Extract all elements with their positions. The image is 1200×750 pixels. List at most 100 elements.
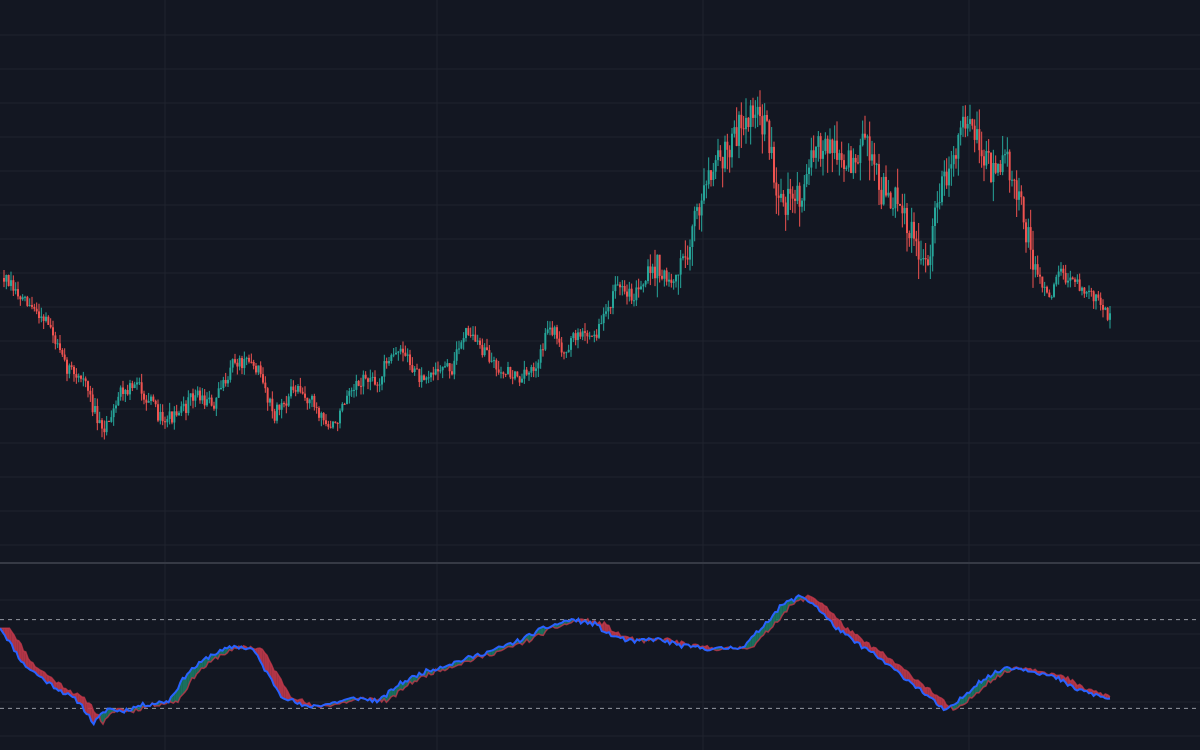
candle-body bbox=[815, 146, 817, 158]
candle-body bbox=[635, 287, 638, 301]
candle-body bbox=[336, 422, 339, 424]
candle[interactable] bbox=[889, 191, 892, 209]
candle-body bbox=[1013, 179, 1016, 181]
candle-body bbox=[304, 393, 306, 398]
candle-body bbox=[801, 200, 803, 207]
candle-body bbox=[1032, 249, 1034, 270]
candle-body bbox=[439, 370, 442, 372]
candle[interactable] bbox=[882, 172, 885, 206]
candle-body bbox=[201, 395, 204, 401]
candle-body bbox=[665, 270, 668, 282]
candle-body bbox=[588, 335, 591, 337]
candle-body bbox=[628, 288, 631, 297]
candle-body bbox=[47, 316, 50, 325]
candle-body bbox=[360, 385, 362, 387]
candle-body bbox=[341, 403, 344, 411]
candle-body bbox=[395, 352, 397, 355]
candle-body bbox=[672, 281, 675, 283]
candle-body bbox=[126, 389, 129, 395]
candle-body bbox=[397, 351, 400, 353]
candle[interactable] bbox=[7, 274, 10, 287]
candle-body bbox=[689, 246, 691, 260]
candle-body bbox=[112, 408, 115, 418]
candle-body bbox=[747, 117, 750, 127]
candle-body bbox=[441, 366, 444, 371]
candle-body bbox=[626, 291, 628, 297]
candle-body bbox=[378, 384, 381, 386]
candle-body bbox=[948, 168, 950, 186]
candle-body bbox=[966, 123, 969, 129]
candle[interactable] bbox=[26, 295, 29, 307]
candle-body bbox=[206, 399, 208, 406]
candle[interactable] bbox=[990, 152, 992, 184]
candle-body bbox=[784, 202, 787, 215]
candle-body bbox=[136, 382, 138, 385]
candle-body bbox=[413, 368, 416, 373]
candle-body bbox=[446, 363, 449, 367]
candle-body bbox=[5, 274, 8, 282]
candle-body bbox=[908, 233, 911, 239]
candle-body bbox=[994, 162, 997, 173]
oscillator-fill-up bbox=[775, 611, 778, 623]
candle-body bbox=[738, 114, 740, 146]
candle-body bbox=[542, 349, 544, 351]
candle-body bbox=[546, 329, 549, 333]
candle-body bbox=[1053, 284, 1055, 297]
candle-body bbox=[955, 155, 957, 159]
candle-body bbox=[66, 359, 68, 374]
candle-body bbox=[906, 207, 908, 234]
candle[interactable] bbox=[276, 402, 278, 424]
candle[interactable] bbox=[1106, 306, 1109, 322]
candle-body bbox=[602, 313, 605, 324]
candle-body bbox=[318, 407, 320, 418]
candle-body bbox=[719, 150, 722, 157]
candle-body bbox=[481, 344, 484, 356]
candle-body bbox=[250, 361, 253, 363]
candle-body bbox=[563, 352, 565, 354]
candle-body bbox=[215, 397, 218, 409]
candle-body bbox=[68, 365, 71, 374]
candle-body bbox=[369, 377, 372, 382]
candle[interactable] bbox=[509, 366, 512, 380]
candle-body bbox=[511, 377, 514, 379]
candle-body bbox=[371, 376, 374, 378]
candle-body bbox=[770, 146, 773, 154]
candle-body bbox=[322, 413, 325, 421]
candle-body bbox=[383, 361, 386, 377]
candle-body bbox=[1034, 264, 1037, 270]
candle-body bbox=[686, 257, 689, 260]
candle[interactable] bbox=[773, 141, 775, 189]
candle-body bbox=[787, 188, 789, 215]
candle-body bbox=[808, 167, 810, 174]
candle-body bbox=[189, 393, 192, 398]
candle-body bbox=[381, 376, 383, 385]
candle[interactable] bbox=[171, 411, 173, 425]
candle[interactable] bbox=[1053, 282, 1055, 298]
candle-body bbox=[896, 187, 899, 204]
chart-canvas[interactable] bbox=[0, 0, 1200, 750]
candle-body bbox=[437, 369, 439, 372]
candle-body bbox=[819, 136, 822, 159]
candle-body bbox=[192, 393, 194, 401]
candle-body bbox=[1092, 291, 1095, 302]
candle-body bbox=[467, 328, 470, 335]
candle-body bbox=[999, 163, 1002, 173]
candle-body bbox=[357, 380, 360, 386]
candle-body bbox=[164, 421, 166, 423]
candle-body bbox=[1008, 151, 1011, 181]
candle-body bbox=[105, 420, 108, 433]
candle-body bbox=[96, 406, 99, 424]
candle-body bbox=[775, 182, 778, 196]
candle-body bbox=[213, 405, 215, 409]
candle-body bbox=[495, 360, 498, 370]
candle-body bbox=[507, 367, 509, 374]
candle-body bbox=[236, 362, 239, 367]
candle-body bbox=[1069, 277, 1072, 281]
candle-body bbox=[56, 343, 59, 345]
candle-body bbox=[836, 140, 838, 160]
candle-body bbox=[1083, 287, 1086, 294]
candle-body bbox=[376, 384, 379, 386]
candle-body bbox=[539, 349, 542, 363]
candle-body bbox=[584, 331, 586, 333]
candle-body bbox=[334, 421, 337, 423]
